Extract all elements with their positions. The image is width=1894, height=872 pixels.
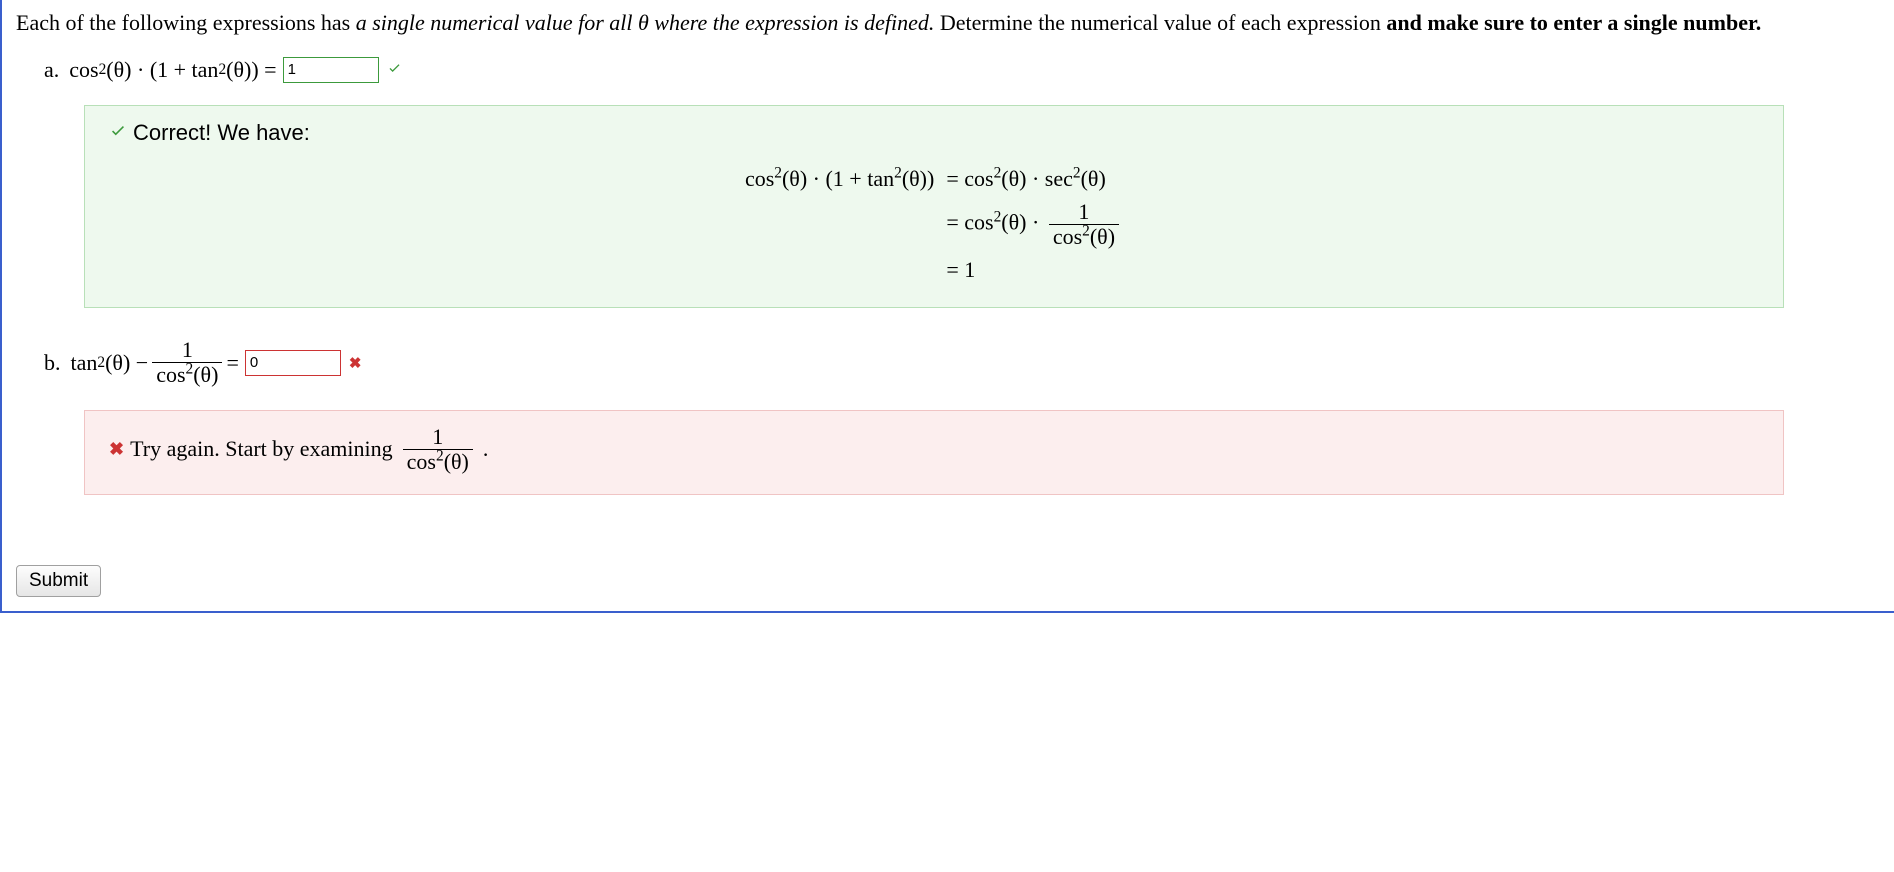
expr-text: cos (407, 449, 436, 474)
expr-sup: 2 (774, 164, 782, 181)
expr-text: (θ)) (902, 166, 935, 191)
denominator: cos2(θ) (1049, 224, 1119, 249)
expr-text: (θ) · (1 + tan (782, 166, 894, 191)
numerator: 1 (1074, 200, 1093, 224)
expr-text: = cos (946, 210, 993, 235)
check-icon (387, 60, 402, 79)
feedback-header: Correct! We have: (107, 120, 1761, 146)
question-container: Each of the following expressions has a … (0, 0, 1894, 613)
part-a-answer-input[interactable] (283, 57, 379, 83)
fraction: 1 cos2(θ) (403, 425, 473, 474)
expr-text: (θ) (1081, 166, 1106, 191)
deriv-rhs: = cos 2 (θ) · 1 cos2(θ) (940, 196, 1129, 253)
expr-sup: 2 (1073, 164, 1081, 181)
expr-text: (θ) (444, 449, 469, 474)
expr-text: = (226, 350, 238, 376)
fraction: 1 cos2(θ) (152, 338, 222, 387)
part-b-label: b. (44, 350, 61, 376)
check-icon (109, 121, 127, 144)
expr-text: (θ) − (105, 350, 148, 376)
expr-text: cos (156, 362, 185, 387)
expr-sup: 2 (436, 447, 444, 464)
expr-text: cos (745, 166, 774, 191)
instr-mid: Determine the numerical value of each ex… (934, 10, 1386, 35)
deriv-rhs: = 1 (940, 253, 1129, 287)
instr-bold: and make sure to enter a single number. (1386, 10, 1761, 35)
expr-text: = cos (946, 166, 993, 191)
feedback-trailer: . (483, 436, 489, 462)
part-a: a. cos2(θ) · (1 + tan2(θ)) = Correct! We… (44, 57, 1880, 308)
expr-text: cos (69, 57, 98, 83)
denominator: cos2(θ) (152, 362, 222, 387)
part-b-answer-input[interactable] (245, 350, 341, 376)
instr-italic: a single numerical value for all θ where… (356, 10, 935, 35)
expr-text: (θ) (193, 362, 218, 387)
part-a-feedback: Correct! We have: cos2(θ) · (1 + tan2(θ)… (84, 105, 1784, 308)
fraction: 1 cos2(θ) (1049, 200, 1119, 249)
derivation: cos2(θ) · (1 + tan2(θ)) = cos2(θ) · sec2… (739, 162, 1129, 287)
denominator: cos2(θ) (403, 449, 473, 474)
cross-icon: ✖ (349, 354, 362, 372)
submit-button[interactable]: Submit (16, 565, 101, 597)
expr-sup: 2 (894, 164, 902, 181)
expr-sup: 2 (1082, 223, 1090, 240)
part-a-expression: cos2(θ) · (1 + tan2(θ)) = (69, 57, 276, 83)
feedback-body: ✖ Try again. Start by examining 1 cos2(θ… (107, 425, 1761, 474)
instr-prefix: Each of the following expressions has (16, 10, 356, 35)
deriv-rhs: = cos2(θ) · sec2(θ) (940, 162, 1129, 196)
expr-text: (θ) (1090, 224, 1115, 249)
numerator: 1 (178, 338, 197, 362)
expr-text: (θ) · sec (1001, 166, 1073, 191)
cross-icon: ✖ (109, 439, 124, 460)
part-a-label: a. (44, 57, 59, 83)
instructions-text: Each of the following expressions has a … (16, 8, 1880, 39)
expr-text: (θ) · (1 + tan (106, 57, 218, 83)
numerator: 1 (428, 425, 447, 449)
part-b-feedback: ✖ Try again. Start by examining 1 cos2(θ… (84, 410, 1784, 495)
deriv-lhs: cos2(θ) · (1 + tan2(θ)) (739, 162, 940, 196)
part-b-expression: tan2(θ) − 1 cos2(θ) = (71, 338, 239, 387)
expr-text: cos (1053, 224, 1082, 249)
expr-text: (θ) · (1001, 210, 1045, 235)
expr-text: (θ)) = (226, 57, 276, 83)
part-b: b. tan2(θ) − 1 cos2(θ) = ✖ ✖ (44, 338, 1880, 495)
feedback-header-text: Correct! We have: (133, 120, 310, 146)
feedback-header-text: Try again. Start by examining (130, 436, 393, 462)
expr-text: tan (71, 350, 98, 376)
